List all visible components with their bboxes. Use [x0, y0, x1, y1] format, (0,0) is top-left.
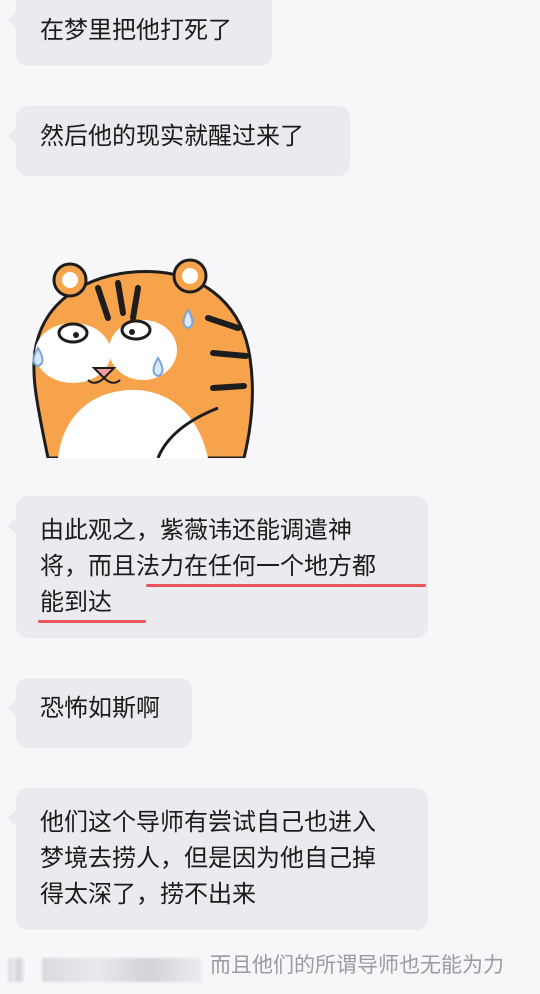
- message-text: 恐怖如斯啊: [40, 694, 160, 722]
- message-bubble[interactable]: 然后他的现实就醒过来了: [8, 106, 350, 176]
- highlight-underline: [38, 620, 146, 623]
- message-line: 他们这个导师有尝试自己也进入: [40, 808, 376, 836]
- message-line: 梦境去捞人，但是因为他自己掉: [40, 844, 376, 872]
- message-line: 将，而且法力在任何一个地方都: [40, 552, 376, 580]
- bottom-preview: 而且他们的所谓导师也无能为力: [0, 940, 540, 994]
- message-line: 能到达: [40, 588, 112, 616]
- message-bubble[interactable]: 由此观之，紫薇讳还能调遣神 将，而且法力在任何一个地方都 能到达: [8, 496, 428, 638]
- message-bubble[interactable]: 恐怖如斯啊: [8, 678, 192, 748]
- message-line: 由此观之，紫薇讳还能调遣神: [40, 516, 352, 544]
- message-bubble[interactable]: 在梦里把他打死了: [8, 0, 272, 66]
- message-line: 得太深了，捞不出来: [40, 880, 256, 908]
- message-text: 在梦里把他打死了: [40, 16, 232, 44]
- blurred-name: [42, 958, 202, 982]
- tiger-sticker[interactable]: [18, 258, 260, 458]
- preview-text: 而且他们的所谓导师也无能为力: [210, 953, 504, 977]
- message-bubble[interactable]: 他们这个导师有尝试自己也进入 梦境去捞人，但是因为他自己掉 得太深了，捞不出来: [8, 788, 428, 930]
- chat-view: 在梦里把他打死了 然后他的现实就醒过来了 由此观之，紫薇讳还能调遣神 将，而且法…: [0, 0, 540, 994]
- blurred-avatar: [8, 958, 24, 982]
- highlight-underline: [146, 584, 426, 587]
- message-text: 然后他的现实就醒过来了: [40, 122, 304, 150]
